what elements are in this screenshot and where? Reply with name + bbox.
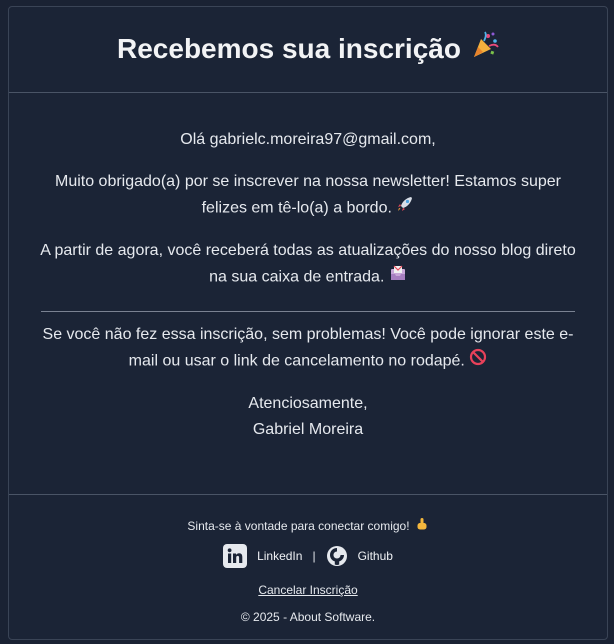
email-header: Recebemos sua inscrição: [9, 7, 607, 93]
not-you-text: Se você não fez essa inscrição, sem prob…: [42, 326, 574, 370]
thanks-paragraph: Muito obrigado(a) por se inscrever na no…: [39, 169, 577, 222]
email-title: Recebemos sua inscrição: [117, 31, 499, 66]
email-body: Olá gabrielc.moreira97@gmail.com, Muito …: [9, 93, 607, 443]
thanks-text: Muito obrigado(a) por se inscrever na no…: [54, 173, 561, 217]
social-links: LinkedIn | Github: [9, 544, 607, 568]
social-separator: |: [312, 549, 316, 563]
github-label: Github: [357, 549, 393, 563]
sender-name: Gabriel Moreira: [252, 421, 364, 438]
connect-row: Sinta-se à vontade para conectar comigo!: [9, 517, 607, 534]
pointing-down-icon: [415, 517, 429, 534]
updates-text: A partir de agora, você receberá todas a…: [40, 242, 576, 286]
title-text: Recebemos sua inscrição: [117, 32, 461, 64]
linkedin-link[interactable]: LinkedIn: [223, 544, 302, 568]
not-you-paragraph: Se você não fez essa inscrição, sem prob…: [39, 322, 577, 375]
inbox-envelope-icon: [389, 264, 407, 291]
linkedin-icon: [223, 544, 248, 568]
connect-text: Sinta-se à vontade para conectar comigo!: [187, 518, 410, 533]
greeting-text: Olá gabrielc.moreira97@gmail.com,: [180, 131, 436, 148]
email-card: Recebemos sua inscrição Olá gabrielc.mor…: [8, 6, 608, 640]
party-popper-icon: [471, 31, 499, 66]
linkedin-label: LinkedIn: [257, 549, 303, 563]
unsubscribe-link[interactable]: Cancelar Inscrição: [258, 583, 357, 597]
email-footer: Sinta-se à vontade para conectar comigo!: [9, 494, 607, 624]
github-icon: [326, 545, 348, 567]
rocket-icon: [396, 195, 414, 222]
signoff-text: Atenciosamente,: [248, 395, 368, 412]
github-link[interactable]: Github: [326, 545, 393, 567]
updates-paragraph: A partir de agora, você receberá todas a…: [39, 238, 577, 291]
no-entry-icon: [469, 348, 487, 375]
unsubscribe-row: Cancelar Inscrição: [9, 583, 607, 597]
content-divider: [41, 311, 575, 312]
copyright-text: © 2025 - About Software.: [240, 610, 376, 624]
